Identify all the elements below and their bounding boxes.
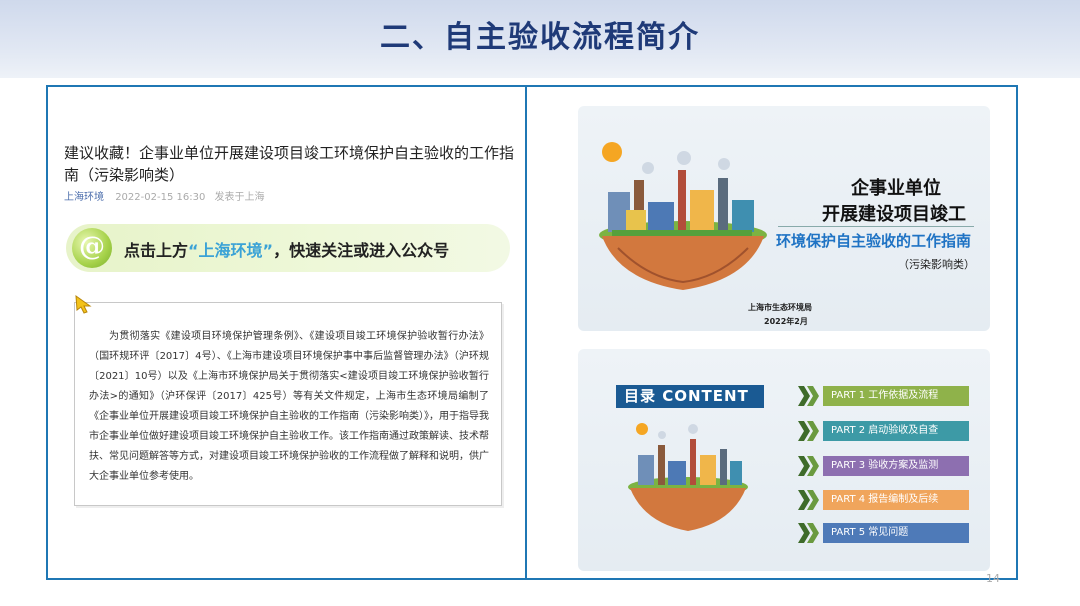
toc-label: PART 5 常见问题 [823,523,969,543]
cover-line1: 企事业单位 [851,178,941,199]
cover-rule [778,226,974,227]
contents-card: 目录 CONTENT PART 1 工作依据及流程 PART 2 启动验收及自查… [578,349,990,571]
double-chevron-icon [798,456,819,476]
cover-line2: 开展建设项目竣工 [822,204,966,225]
toc-label: PART 2 启动验收及自查 [823,421,969,441]
toc-label: PART 4 报告编制及后续 [823,490,969,510]
article-panel: 建议收藏！企事业单位开展建设项目竣工环境保护自主验收的工作指南（污染影响类） 上… [56,90,518,576]
page-number: 14 [986,572,1000,585]
slide-title: 二、自主验收流程简介 [380,20,700,55]
cover-subtitle: （污染影响类） [898,258,975,271]
contents-heading: 目录 CONTENT [616,385,764,408]
follow-banner[interactable]: @ 点击上方“上海环境”，快速关注或进入公众号 [66,224,510,272]
banner-prefix: 点击上方 [124,241,189,260]
article-title: 建议收藏！企事业单位开展建设项目竣工环境保护自主验收的工作指南（污染影响类） [64,144,515,184]
guide-cover-card: 企事业单位 开展建设项目竣工 环境保护自主验收的工作指南 （污染影响类） 上海市… [578,106,990,331]
industrial-island-illustration [599,142,767,290]
frame-divider [525,85,527,580]
notice-text: 为贯彻落实《建设项目环境保护管理条例》、《建设项目竣工环境保护验收暂行办法》（国… [89,331,489,482]
double-chevron-icon [798,523,819,543]
cover-organization: 上海市生态环境局 [748,303,812,312]
double-chevron-icon [798,421,819,441]
notice-box: 为贯彻落实《建设项目环境保护管理条例》、《建设项目竣工环境保护验收暂行办法》（国… [74,302,502,506]
pointer-cursor-icon [75,294,92,314]
double-chevron-icon [798,490,819,510]
toc-label: PART 3 验收方案及监测 [823,456,969,476]
cover-date: 2022年2月 [764,317,808,326]
article-source[interactable]: 上海环境 [64,192,104,203]
article-meta: 上海环境 2022-02-15 16:30 发表于上海 [64,188,265,203]
banner-suffix: ，快速关注或进入公众号 [273,241,450,260]
article-location: 发表于上海 [214,192,265,203]
banner-highlight: “上海环境” [188,241,274,260]
article-date: 2022-02-15 16:30 [115,192,206,203]
shanghai-environment-logo: @ [72,228,112,268]
small-industrial-island-illustration [628,423,748,531]
cover-guide-title: 环境保护自主验收的工作指南 [776,232,972,250]
follow-banner-text: 点击上方“上海环境”，快速关注或进入公众号 [124,237,449,261]
double-chevron-icon [798,386,819,406]
toc-label: PART 1 工作依据及流程 [823,386,969,406]
